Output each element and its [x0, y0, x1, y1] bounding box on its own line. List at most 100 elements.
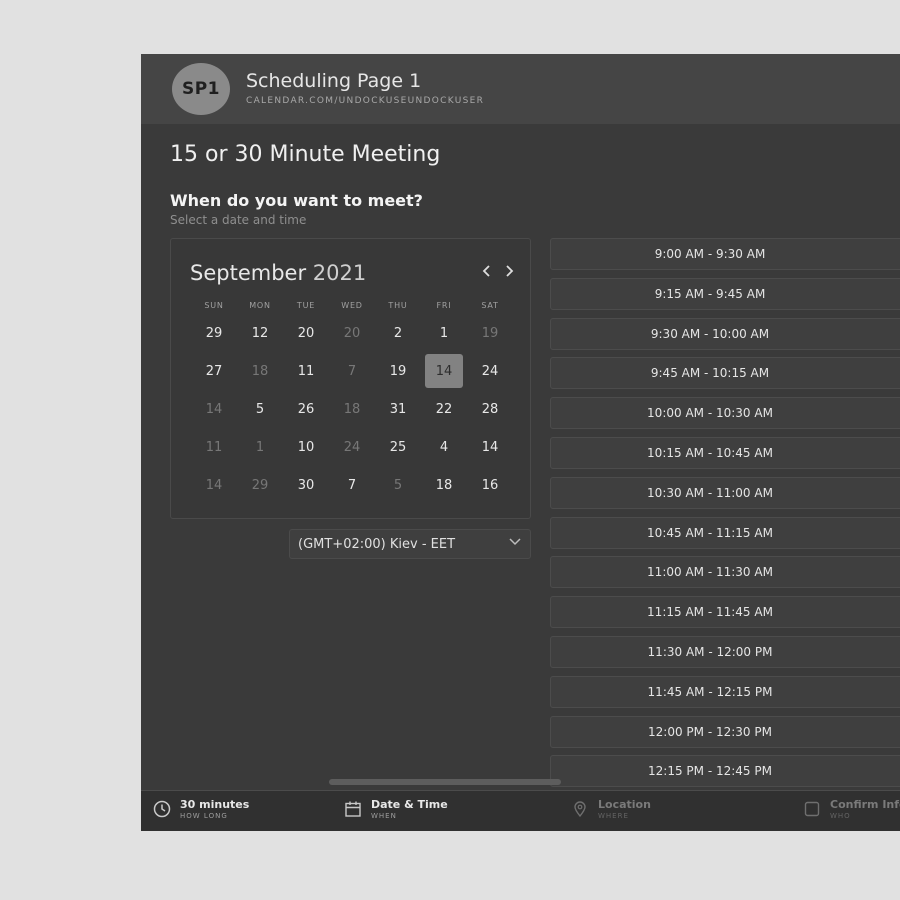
calendar-day[interactable]: 24 — [329, 428, 375, 466]
calendar-day[interactable]: 19 — [467, 314, 513, 352]
time-slot-button[interactable]: 10:45 AM - 11:15 AM — [550, 516, 900, 549]
calendar-day[interactable]: 30 — [283, 466, 329, 504]
calendar-day[interactable]: 5 — [375, 466, 421, 504]
previous-month-button[interactable] — [478, 263, 496, 281]
time-slot-button[interactable]: 11:45 AM - 12:15 PM — [550, 675, 900, 708]
calendar-day[interactable]: 24 — [467, 352, 513, 390]
footer-step-30-minutes[interactable]: 30 minutes HOW LONG — [153, 798, 273, 826]
calendar-day-label: 11 — [297, 363, 315, 379]
year-label: 2021 — [312, 261, 367, 285]
time-slot-button[interactable]: 12:15 PM - 12:45 PM — [550, 755, 900, 788]
calendar-day[interactable]: 28 — [467, 390, 513, 428]
time-slot-button[interactable]: 10:30 AM - 11:00 AM — [550, 476, 900, 509]
calendar-day-label: 11 — [205, 439, 223, 455]
month-label: September — [190, 261, 307, 285]
calendar-day[interactable]: 26 — [283, 390, 329, 428]
calendar-day[interactable]: 31 — [375, 390, 421, 428]
calendar-day[interactable]: 19 — [375, 352, 421, 390]
calendar-day[interactable]: 20 — [283, 314, 329, 352]
calendar-day-label: 25 — [389, 439, 407, 455]
calendar-day-label: 27 — [205, 363, 223, 379]
calendar-day[interactable]: 27 — [191, 352, 237, 390]
weekday-label: SUN — [204, 301, 224, 310]
page-url[interactable]: CALENDAR.COM/UNDOCKUSEUNDOCKUSER — [246, 96, 484, 106]
calendar-day-label: 18 — [343, 401, 361, 417]
calendar-day[interactable]: 25 — [375, 428, 421, 466]
clock-icon — [153, 800, 171, 818]
location-pin-icon — [571, 800, 589, 818]
calendar-day-label: 7 — [347, 477, 357, 493]
calendar-day[interactable]: 2 — [375, 314, 421, 352]
calendar-day[interactable]: 5 — [237, 390, 283, 428]
progress-footer: 30 minutes HOW LONG Date & Time WHEN Locatio… — [141, 779, 900, 831]
calendar-day[interactable]: 22 — [421, 390, 467, 428]
calendar-day-label: 5 — [393, 477, 403, 493]
calendar-day[interactable]: 18 — [421, 466, 467, 504]
calendar-day[interactable]: 16 — [467, 466, 513, 504]
calendar-day-label: 2 — [393, 325, 403, 341]
calendar-day[interactable]: 4 — [421, 428, 467, 466]
weekday-header: SUN MON TUE WED THU FRI SAT — [191, 301, 513, 310]
footer-step-sublabel: HOW LONG — [180, 812, 228, 820]
calendar-day-label: 12 — [251, 325, 269, 341]
calendar-day[interactable]: 29 — [237, 466, 283, 504]
calendar-day[interactable]: 7 — [329, 352, 375, 390]
calendar-day-label: 16 — [481, 477, 499, 493]
time-slot-button[interactable]: 11:00 AM - 11:30 AM — [550, 556, 900, 589]
chevron-right-icon — [506, 265, 514, 277]
calendar-day-label: 5 — [255, 401, 265, 417]
month-year-label: September 2021 — [190, 261, 366, 285]
footer-step-label: Location — [598, 798, 651, 811]
time-slot-button[interactable]: 12:00 PM - 12:30 PM — [550, 715, 900, 748]
footer-step-confirm-info[interactable]: Confirm Info WHO — [803, 798, 900, 826]
calendar-day[interactable]: 14 — [191, 466, 237, 504]
calendar-day[interactable]: 18 — [237, 352, 283, 390]
day-grid: 29 12 20 20 2 1 19 27 18 11 7 19 14 24 14 5 26 18 31 22 28 11… — [191, 314, 513, 504]
calendar-day-label: 19 — [481, 325, 499, 341]
calendar-day[interactable]: 29 — [191, 314, 237, 352]
time-slot-button[interactable]: 9:00 AM - 9:30 AM — [550, 238, 900, 270]
time-slot-button[interactable]: 10:15 AM - 10:45 AM — [550, 436, 900, 469]
footer-step-sublabel: WHERE — [598, 812, 629, 820]
footer-step-date-time[interactable]: Date & Time WHEN — [344, 798, 464, 826]
next-month-button[interactable] — [500, 263, 518, 281]
calendar-day-label: 14 — [425, 354, 463, 388]
time-slot-button[interactable]: 9:45 AM - 10:15 AM — [550, 357, 900, 390]
footer-step-location[interactable]: Location WHERE — [571, 798, 691, 826]
calendar-day-label: 14 — [205, 477, 223, 493]
calendar-day-label: 18 — [435, 477, 453, 493]
time-slot-button[interactable]: 11:30 AM - 12:00 PM — [550, 635, 900, 668]
time-slot-button[interactable]: 9:15 AM - 9:45 AM — [550, 277, 900, 310]
calendar-day[interactable]: 14 — [191, 390, 237, 428]
calendar-day-label: 30 — [297, 477, 315, 493]
calendar-day[interactable]: 11 — [191, 428, 237, 466]
calendar-day[interactable]: 11 — [283, 352, 329, 390]
calendar-day[interactable]: 10 — [283, 428, 329, 466]
calendar-day-selected[interactable]: 14 — [421, 352, 467, 390]
calendar-day[interactable]: 14 — [467, 428, 513, 466]
time-slot-button[interactable]: 9:30 AM - 10:00 AM — [550, 317, 900, 350]
calendar-icon — [344, 800, 362, 818]
calendar-day[interactable]: 12 — [237, 314, 283, 352]
calendar-day-label: 28 — [481, 401, 499, 417]
avatar[interactable]: SP1 — [172, 63, 230, 115]
calendar-day-label: 20 — [343, 325, 361, 341]
calendar-day-label: 19 — [389, 363, 407, 379]
calendar-day[interactable]: 1 — [421, 314, 467, 352]
calendar-day[interactable]: 7 — [329, 466, 375, 504]
footer-step-sublabel: WHO — [830, 812, 851, 820]
timezone-select[interactable]: (GMT+02:00) Kiev - EET — [289, 529, 531, 559]
calendar-day-label: 4 — [439, 439, 449, 455]
calendar-day[interactable]: 20 — [329, 314, 375, 352]
calendar-day[interactable]: 18 — [329, 390, 375, 428]
calendar-day-label: 31 — [389, 401, 407, 417]
scheduling-window: SP1 Scheduling Page 1 CALENDAR.COM/UNDOC… — [141, 54, 900, 831]
calendar-day[interactable]: 1 — [237, 428, 283, 466]
time-slot-button[interactable]: 10:00 AM - 10:30 AM — [550, 397, 900, 430]
footer-step-sublabel: WHEN — [371, 812, 397, 820]
time-slot-button[interactable]: 11:15 AM - 11:45 AM — [550, 596, 900, 629]
calendar-day-label: 29 — [205, 325, 223, 341]
horizontal-scrollbar[interactable] — [329, 779, 561, 785]
page-name: Scheduling Page 1 — [246, 70, 422, 92]
weekday-label: FRI — [436, 301, 452, 310]
